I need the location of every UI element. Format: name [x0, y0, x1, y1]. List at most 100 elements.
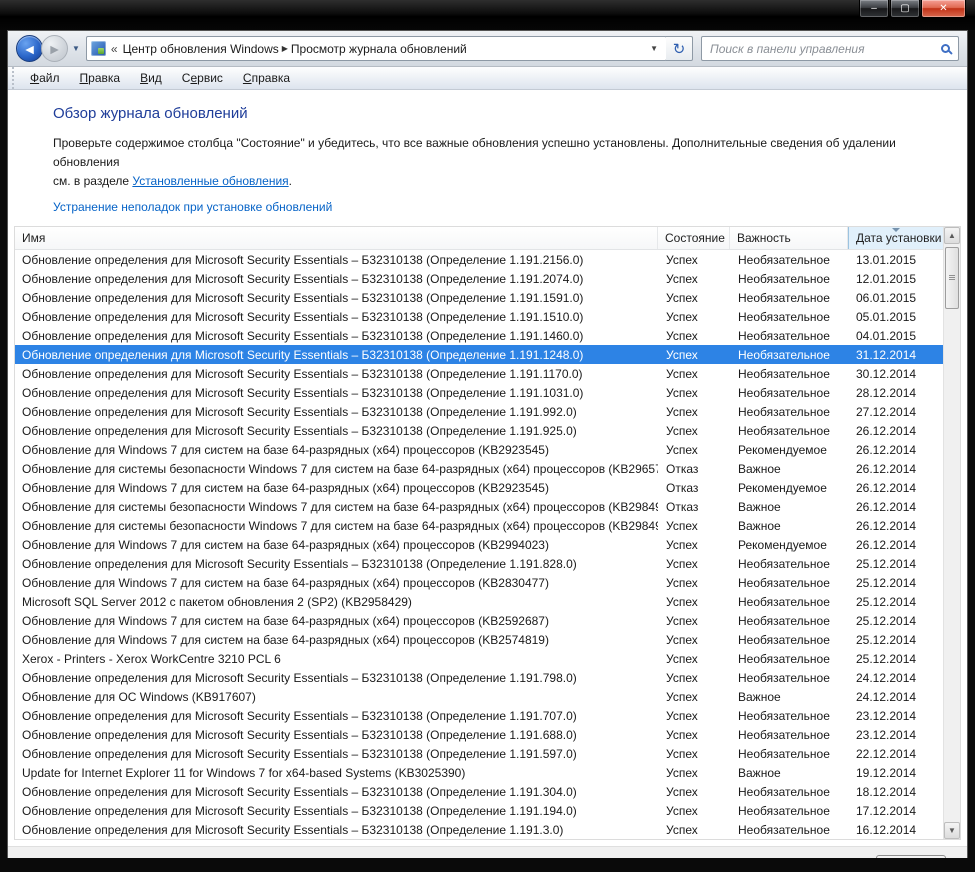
table-row[interactable]: Update for Internet Explorer 11 for Wind…: [15, 763, 943, 782]
cell-date: 13.01.2015: [848, 253, 943, 267]
table-header-row: Имя Состояние Важность Дата установки: [15, 227, 943, 250]
breadcrumb-overflow-icon[interactable]: «: [111, 42, 118, 56]
column-header-date[interactable]: Дата установки: [848, 227, 943, 249]
close-button[interactable]: ✕: [921, 0, 966, 18]
column-header-status[interactable]: Состояние: [658, 227, 730, 249]
address-bar[interactable]: « Центр обновления Windows▶Просмотр журн…: [86, 36, 667, 61]
search-icon: [941, 44, 950, 53]
address-dropdown-icon[interactable]: ▼: [646, 44, 662, 53]
cell-name: Обновление для системы безопасности Wind…: [15, 500, 658, 514]
cell-date: 25.12.2014: [848, 614, 943, 628]
cell-status: Отказ: [658, 500, 730, 514]
table-row[interactable]: Обновление определения для Microsoft Sec…: [15, 706, 943, 725]
breadcrumb-item[interactable]: Просмотр журнала обновлений: [291, 42, 467, 56]
cell-date: 18.12.2014: [848, 785, 943, 799]
table-row[interactable]: Обновление для системы безопасности Wind…: [15, 459, 943, 478]
cell-importance: Важное: [730, 766, 848, 780]
cell-name: Обновление определения для Microsoft Sec…: [15, 823, 658, 837]
menu-item-файл[interactable]: Файл: [20, 68, 70, 88]
menu-item-вид[interactable]: Вид: [130, 68, 172, 88]
column-header-status-label: Состояние: [665, 231, 725, 245]
table-row[interactable]: Обновление для Windows 7 для систем на б…: [15, 440, 943, 459]
table-row[interactable]: Xerox - Printers - Xerox WorkCentre 3210…: [15, 649, 943, 668]
table-row[interactable]: Обновление определения для Microsoft Sec…: [15, 402, 943, 421]
table-row[interactable]: Обновление определения для Microsoft Sec…: [15, 383, 943, 402]
table-row[interactable]: Обновление определения для Microsoft Sec…: [15, 250, 943, 269]
forward-button[interactable]: ►: [41, 35, 68, 62]
table-row[interactable]: Обновление определения для Microsoft Sec…: [15, 269, 943, 288]
cell-date: 04.01.2015: [848, 329, 943, 343]
cell-name: Обновление определения для Microsoft Sec…: [15, 367, 658, 381]
table-row[interactable]: Обновление для Windows 7 для систем на б…: [15, 611, 943, 630]
table-row[interactable]: Обновление определения для Microsoft Sec…: [15, 421, 943, 440]
table-row[interactable]: Обновление определения для Microsoft Sec…: [15, 744, 943, 763]
scroll-down-button[interactable]: ▼: [944, 822, 960, 839]
table-row[interactable]: Обновление для Windows 7 для систем на б…: [15, 573, 943, 592]
cell-date: 28.12.2014: [848, 386, 943, 400]
cell-name: Обновление определения для Microsoft Sec…: [15, 709, 658, 723]
cell-date: 17.12.2014: [848, 804, 943, 818]
installed-updates-link[interactable]: Установленные обновления: [132, 174, 288, 188]
cell-status: Успех: [658, 557, 730, 571]
table-row[interactable]: Обновление для системы безопасности Wind…: [15, 497, 943, 516]
cell-status: Успех: [658, 291, 730, 305]
table-row[interactable]: Обновление определения для Microsoft Sec…: [15, 725, 943, 744]
cell-date: 26.12.2014: [848, 500, 943, 514]
search-input[interactable]: Поиск в панели управления: [701, 36, 959, 61]
table-row[interactable]: Обновление определения для Microsoft Sec…: [15, 326, 943, 345]
scrollbar-track[interactable]: [944, 244, 960, 822]
column-header-importance-label: Важность: [737, 231, 791, 245]
column-header-importance[interactable]: Важность: [730, 227, 848, 249]
cell-name: Обновление для системы безопасности Wind…: [15, 462, 658, 476]
cell-date: 19.12.2014: [848, 766, 943, 780]
minimize-button[interactable]: –: [859, 0, 889, 18]
troubleshoot-link[interactable]: Устранение неполадок при установке обнов…: [53, 200, 332, 214]
back-button[interactable]: ◄: [16, 35, 43, 62]
cell-name: Обновление определения для Microsoft Sec…: [15, 728, 658, 742]
table-row[interactable]: Обновление определения для Microsoft Sec…: [15, 554, 943, 573]
scroll-down-icon: ▼: [948, 826, 956, 835]
table-row-selected[interactable]: Обновление определения для Microsoft Sec…: [15, 345, 943, 364]
refresh-button[interactable]: ↻: [666, 36, 693, 61]
vertical-scrollbar[interactable]: ▲ ▼: [943, 227, 960, 839]
cell-importance: Необязательное: [730, 614, 848, 628]
table-row[interactable]: Обновление определения для Microsoft Sec…: [15, 801, 943, 820]
cell-date: 25.12.2014: [848, 652, 943, 666]
table-row[interactable]: Microsoft SQL Server 2012 с пакетом обно…: [15, 592, 943, 611]
menu-item-правка[interactable]: Правка: [70, 68, 131, 88]
cell-importance: Рекомендуемое: [730, 481, 848, 495]
column-header-name[interactable]: Имя: [15, 227, 658, 249]
table-row[interactable]: Обновление определения для Microsoft Sec…: [15, 364, 943, 383]
cell-status: Успех: [658, 367, 730, 381]
cell-date: 31.12.2014: [848, 348, 943, 362]
table-row[interactable]: Обновление определения для Microsoft Sec…: [15, 307, 943, 326]
table-row[interactable]: Обновление определения для Microsoft Sec…: [15, 668, 943, 687]
cell-importance: Необязательное: [730, 804, 848, 818]
table-row[interactable]: Обновление для ОС Windows (KB917607)Успе…: [15, 687, 943, 706]
breadcrumb-item[interactable]: Центр обновления Windows: [123, 42, 279, 56]
table-row[interactable]: Обновление определения для Microsoft Sec…: [15, 288, 943, 307]
menu-item-сервис[interactable]: Сервис: [172, 68, 233, 88]
table-row[interactable]: Обновление для Windows 7 для систем на б…: [15, 630, 943, 649]
maximize-button[interactable]: ▢: [890, 0, 920, 18]
table-row[interactable]: Обновление для Windows 7 для систем на б…: [15, 478, 943, 497]
cell-status: Успех: [658, 652, 730, 666]
recent-pages-dropdown-icon[interactable]: ▼: [72, 44, 80, 53]
table-row[interactable]: Обновление для системы безопасности Wind…: [15, 516, 943, 535]
menu-item-справка[interactable]: Справка: [233, 68, 300, 88]
scroll-up-button[interactable]: ▲: [944, 227, 960, 244]
cell-status: Успех: [658, 785, 730, 799]
table-row[interactable]: Обновление для Windows 7 для систем на б…: [15, 535, 943, 554]
table-row[interactable]: Обновление определения для Microsoft Sec…: [15, 782, 943, 801]
title-bar: – ▢ ✕: [0, 0, 975, 30]
cell-status: Успех: [658, 310, 730, 324]
cell-name: Обновление определения для Microsoft Sec…: [15, 804, 658, 818]
forward-icon: ►: [48, 41, 62, 57]
table-row[interactable]: Обновление определения для Microsoft Sec…: [15, 820, 943, 839]
cell-importance: Важное: [730, 500, 848, 514]
cell-name: Обновление для Windows 7 для систем на б…: [15, 614, 658, 628]
ok-button[interactable]: OK: [876, 855, 946, 859]
cell-status: Успех: [658, 348, 730, 362]
scrollbar-thumb[interactable]: [945, 247, 959, 309]
cell-importance: Важное: [730, 519, 848, 533]
